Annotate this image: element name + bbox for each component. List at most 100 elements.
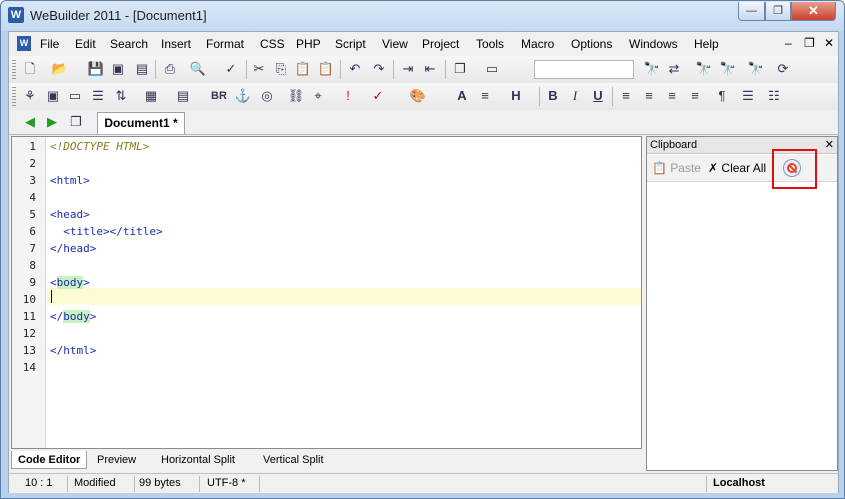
mdi-minimize-button[interactable]: – <box>785 36 792 50</box>
save-icon[interactable]: 💾 <box>87 60 105 78</box>
indent-icon[interactable]: ⇥ <box>399 60 417 78</box>
clear-all-button[interactable]: ✗ Clear All <box>708 160 766 176</box>
ordered-list-icon[interactable]: ☷ <box>765 87 783 105</box>
menu-script[interactable]: Script <box>335 37 366 51</box>
line-break-button[interactable]: BR <box>210 87 228 105</box>
find-previous-icon[interactable]: 🔭 <box>747 60 765 78</box>
app-logo-icon[interactable]: W <box>8 7 24 23</box>
code-line: <head> <box>50 208 90 221</box>
sync-icon[interactable]: ⟳ <box>774 60 792 78</box>
code-line: <!DOCTYPE HTML> <box>50 140 150 153</box>
redo-icon[interactable]: ↷ <box>370 60 388 78</box>
title-bar[interactable]: W WeBuilder 2011 - [Document1] — ❐ ✕ <box>1 1 844 31</box>
copy-icon[interactable]: ⎘ <box>272 60 290 78</box>
save-all-icon[interactable]: ▣ <box>109 60 127 78</box>
insert-color-icon[interactable]: ✓ <box>369 87 387 105</box>
find-in-files-icon[interactable]: 🔭 <box>695 60 713 78</box>
forward-arrow-icon[interactable]: ▶ <box>43 113 61 131</box>
tab-vertical-split[interactable]: Vertical Split <box>257 451 330 469</box>
tab-preview[interactable]: Preview <box>91 451 142 469</box>
insert-form-icon[interactable]: ▣ <box>44 87 62 105</box>
italic-button[interactable]: I <box>566 87 584 105</box>
undo-icon[interactable]: ↶ <box>346 60 364 78</box>
maximize-button[interactable]: ❐ <box>765 2 791 21</box>
font-combo[interactable] <box>534 60 634 79</box>
insert-link-icon[interactable]: ⛓ <box>287 87 305 105</box>
paste-icon[interactable]: 📋 <box>294 60 312 78</box>
toolbar-separator <box>340 60 341 79</box>
code-editor[interactable]: 1 2 3 4 5 6 7 8 9 10 11 12 13 14 <!DOCTY… <box>11 136 642 449</box>
cut-icon[interactable]: ✂ <box>250 60 268 78</box>
mdi-close-button[interactable]: ✕ <box>824 36 834 50</box>
insert-table-icon[interactable]: ▦ <box>142 87 160 105</box>
tab-code-editor[interactable]: Code Editor <box>11 451 88 469</box>
open-folder-icon[interactable]: 📂 <box>51 60 69 78</box>
justify-icon[interactable]: ≡ <box>686 87 704 105</box>
align-right-icon[interactable]: ≡ <box>663 87 681 105</box>
save-as-icon[interactable]: ▤ <box>133 60 151 78</box>
window-layout-icon[interactable]: ❐ <box>451 60 469 78</box>
line-number: 12 <box>22 327 36 340</box>
panel-close-button[interactable]: ✕ <box>825 137 834 154</box>
bold-button[interactable]: B <box>544 87 562 105</box>
menu-tools[interactable]: Tools <box>476 37 504 51</box>
menu-options[interactable]: Options <box>571 37 612 51</box>
print-icon[interactable]: ⎙ <box>161 60 179 78</box>
align-left-icon[interactable]: ≡ <box>617 87 635 105</box>
find-next-icon[interactable]: 🔭 <box>719 60 737 78</box>
align-center-icon[interactable]: ≡ <box>640 87 658 105</box>
replace-icon[interactable]: ⇄ <box>665 60 683 78</box>
find-icon[interactable]: 🔭 <box>643 60 661 78</box>
unordered-list-icon[interactable]: ☰ <box>739 87 757 105</box>
menu-search[interactable]: Search <box>110 37 148 51</box>
insert-flag-icon[interactable]: ! <box>339 87 357 105</box>
outdent-icon[interactable]: ⇤ <box>421 60 439 78</box>
paragraph-icon[interactable]: ≡ <box>476 87 494 105</box>
underline-button[interactable]: U <box>589 87 607 105</box>
insert-div-icon[interactable]: ▤ <box>174 87 192 105</box>
minimize-button[interactable]: — <box>738 2 765 21</box>
toolbar-grip[interactable] <box>12 87 16 106</box>
window-list-icon[interactable]: ❐ <box>67 113 85 131</box>
document-system-menu-icon[interactable]: W <box>17 36 31 51</box>
font-icon[interactable]: A <box>453 87 471 105</box>
toolbar-grip[interactable] <box>12 60 16 79</box>
insert-image-icon[interactable]: ⚘ <box>21 87 39 105</box>
stop-capture-icon[interactable] <box>783 159 801 177</box>
tab-horizontal-split[interactable]: Horizontal Split <box>155 451 241 469</box>
prohibit-symbol <box>787 163 797 173</box>
menu-css[interactable]: CSS <box>260 37 285 51</box>
menu-php[interactable]: PHP <box>296 37 321 51</box>
menu-project[interactable]: Project <box>422 37 459 51</box>
insert-bookmark-icon[interactable]: ⌖ <box>309 87 327 105</box>
menu-file[interactable]: File <box>40 37 59 51</box>
insert-tree-icon[interactable]: ⇅ <box>112 87 130 105</box>
menu-windows[interactable]: Windows <box>629 37 678 51</box>
insert-textbox-icon[interactable]: ▭ <box>66 87 84 105</box>
menu-macro[interactable]: Macro <box>521 37 554 51</box>
heading-dropdown[interactable]: H <box>507 87 525 105</box>
spell-check-icon[interactable]: ✓ <box>222 60 240 78</box>
color-palette-icon[interactable]: 🎨 <box>409 87 427 105</box>
pilcrow-button[interactable]: ¶ <box>713 87 731 105</box>
line-number: 5 <box>29 208 36 221</box>
insert-list-icon[interactable]: ☰ <box>89 87 107 105</box>
tag-close-bracket: > <box>89 310 97 323</box>
menu-edit[interactable]: Edit <box>75 37 96 51</box>
tab-document1[interactable]: Document1 * <box>97 112 185 134</box>
paste-button[interactable]: 📋 Paste <box>652 160 701 176</box>
mdi-restore-button[interactable]: ❐ <box>804 36 815 50</box>
preview-zoom-icon[interactable]: 🔍 <box>189 60 207 78</box>
close-button[interactable]: ✕ <box>791 2 836 21</box>
menu-help[interactable]: Help <box>694 37 719 51</box>
menu-insert[interactable]: Insert <box>161 37 191 51</box>
insert-anchor-icon[interactable]: ⚓ <box>234 87 252 105</box>
status-separator <box>67 476 68 492</box>
menu-view[interactable]: View <box>382 37 408 51</box>
insert-target-icon[interactable]: ◎ <box>258 87 276 105</box>
back-arrow-icon[interactable]: ◀ <box>21 113 39 131</box>
menu-format[interactable]: Format <box>206 37 244 51</box>
paste-special-icon[interactable]: 📋 <box>317 60 335 78</box>
panel-layout-icon[interactable]: ▭ <box>483 60 501 78</box>
new-file-icon[interactable]: 🗋 <box>21 60 39 78</box>
